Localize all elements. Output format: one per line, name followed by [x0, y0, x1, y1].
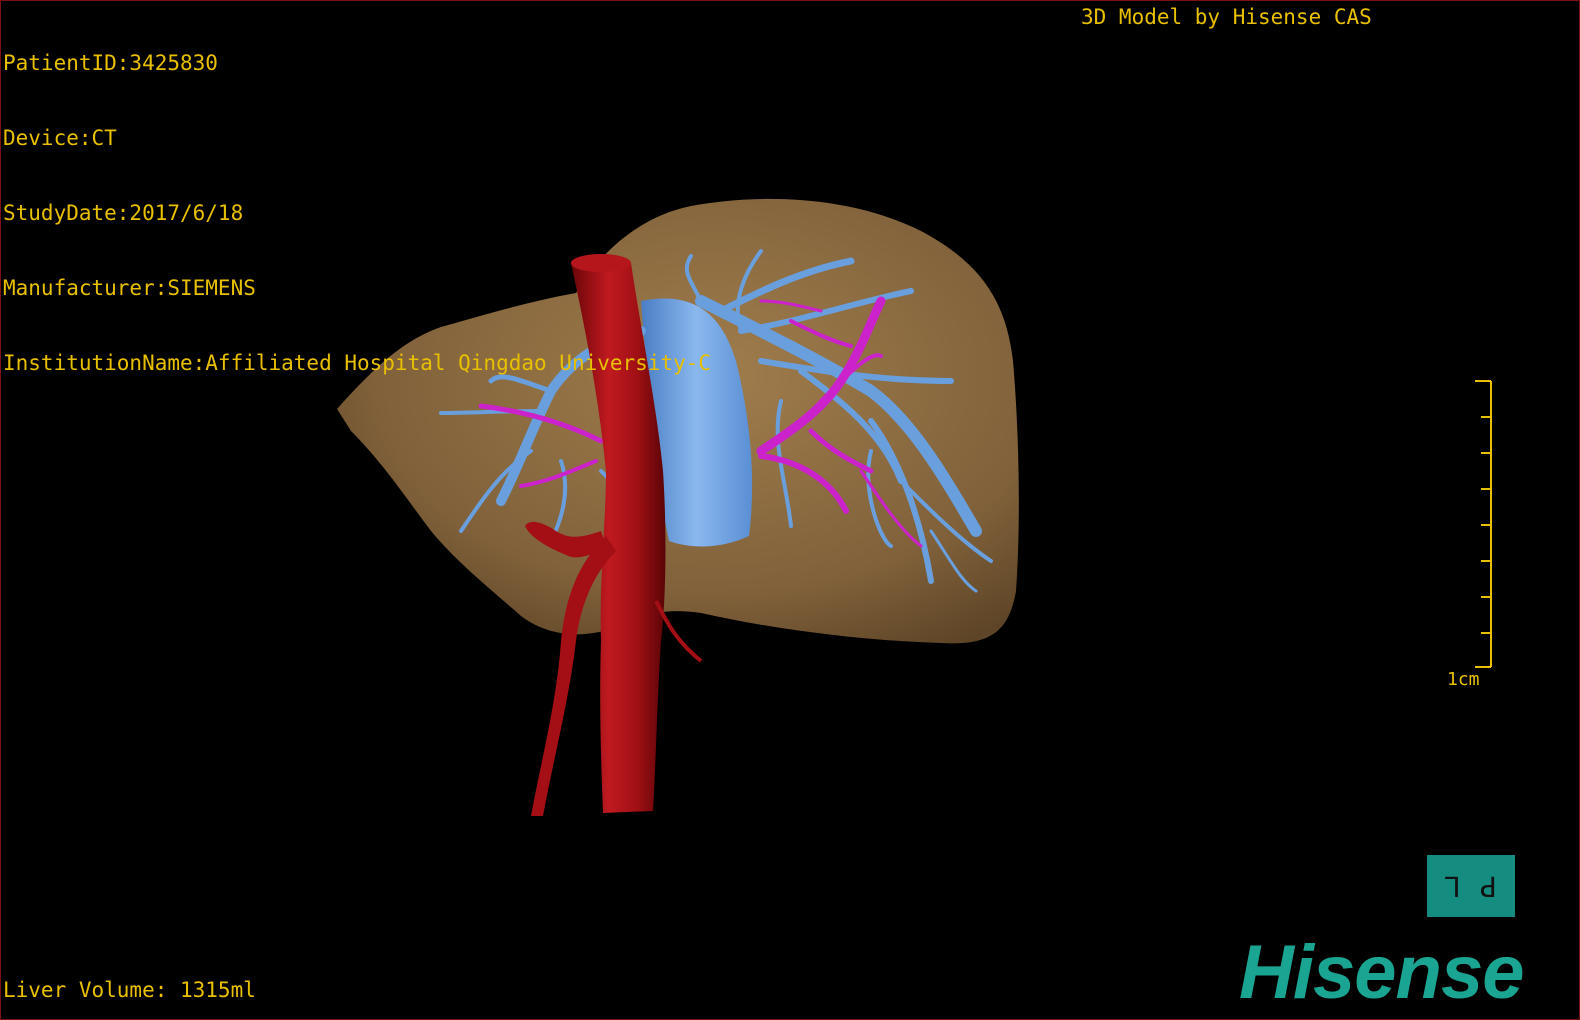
manufacturer-text: Manufacturer:SIEMENS — [3, 276, 256, 300]
orientation-left-label: L — [1444, 869, 1461, 903]
liver-volume-text: Liver Volume: 1315ml — [3, 978, 256, 1002]
patient-id-text: PatientID:3425830 — [3, 51, 218, 75]
institution-text: InstitutionName:Affiliated Hospital Qing… — [3, 351, 712, 375]
model-credit-text: 3D Model by Hisense CAS — [1081, 5, 1372, 29]
orientation-cube-icon[interactable]: L P — [1427, 855, 1515, 917]
scale-bar — [1475, 380, 1492, 668]
device-text: Device:CT — [3, 126, 117, 150]
3d-viewport[interactable]: PatientID:3425830 Device:CT StudyDate:20… — [0, 0, 1580, 1020]
scale-label: 1cm — [1447, 669, 1480, 690]
orientation-right-label: P — [1480, 869, 1498, 903]
dicom-info-overlay: PatientID:3425830 Device:CT StudyDate:20… — [3, 1, 711, 426]
study-date-text: StudyDate:2017/6/18 — [3, 201, 244, 225]
hisense-logo: Hisense — [1239, 930, 1524, 1015]
